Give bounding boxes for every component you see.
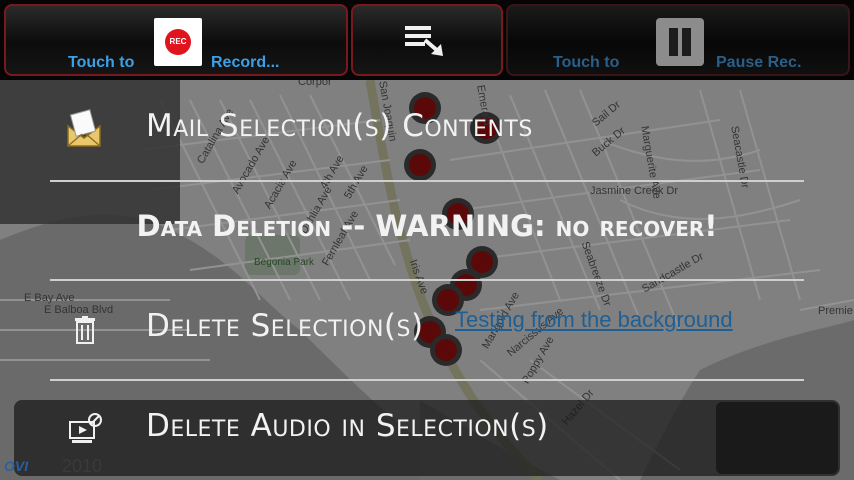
pause-button-prefix: Touch to bbox=[553, 54, 620, 71]
pause-button-label: Pause Rec. bbox=[716, 54, 802, 71]
record-icon: REC bbox=[154, 18, 202, 66]
menu-button[interactable] bbox=[351, 4, 503, 76]
menu-item-delete-selections[interactable]: Delete Selection(s) bbox=[50, 280, 804, 379]
pause-button[interactable]: Touch to Pause Rec. bbox=[506, 4, 850, 76]
record-button-label: Record... bbox=[211, 54, 280, 71]
pause-icon bbox=[656, 18, 704, 66]
mail-envelope-icon bbox=[67, 109, 101, 147]
menu-item-mail-label: Mail Selection(s) Contents bbox=[146, 108, 533, 144]
menu-list-arrow-icon bbox=[405, 26, 443, 56]
trash-can-icon bbox=[75, 316, 95, 344]
audio-delete-icon bbox=[69, 413, 102, 443]
menu-item-delete-audio[interactable]: Delete Audio in Selection(s) bbox=[50, 380, 804, 479]
menu-item-delete-audio-label: Delete Audio in Selection(s) bbox=[146, 408, 549, 444]
menu-divider bbox=[50, 180, 804, 182]
menu-item-delete-selections-label: Delete Selection(s) bbox=[146, 308, 424, 344]
menu-item-mail-selections[interactable]: Mail Selection(s) Contents bbox=[50, 80, 804, 179]
ovi-maps-logo: OVI bbox=[4, 458, 29, 474]
record-icon-label: REC bbox=[165, 29, 191, 55]
deletion-warning-heading: Data Deletion -- WARNING: no recover! bbox=[136, 209, 718, 243]
record-button-prefix: Touch to bbox=[68, 54, 135, 71]
top-toolbar: Touch to REC Record... Touch to Pause Re… bbox=[0, 0, 854, 80]
record-button[interactable]: Touch to REC Record... bbox=[4, 4, 348, 76]
map-copyright-year: 2010 bbox=[62, 456, 103, 476]
